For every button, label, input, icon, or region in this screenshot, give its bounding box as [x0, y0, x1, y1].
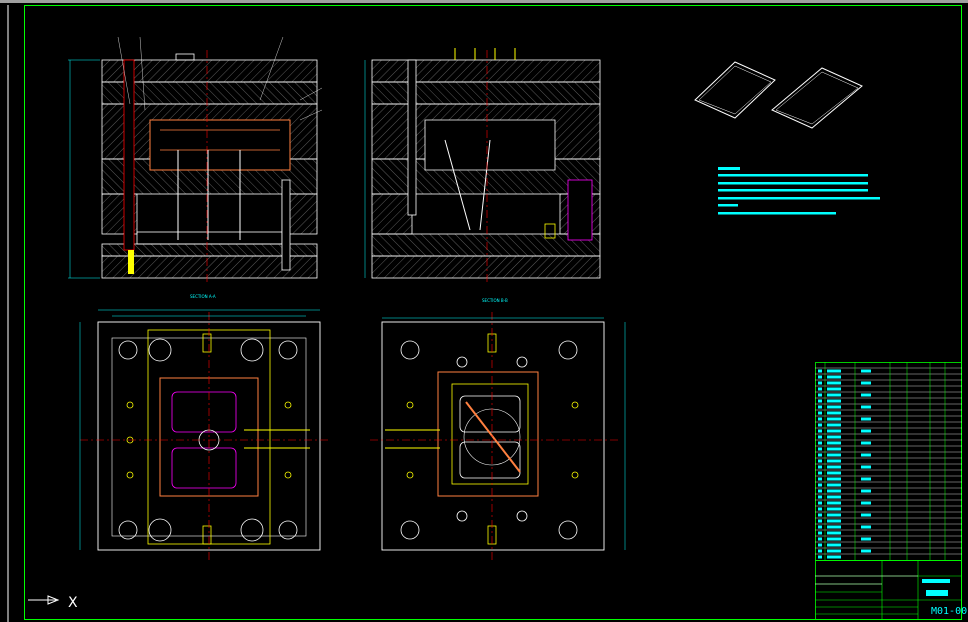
cad-drawing-canvas[interactable]: SECTION A-A SECTION B-B M01-00 X	[0, 0, 968, 622]
moving-half-plan-view[interactable]	[79, 309, 330, 560]
section-b-b-label: SECTION B-B	[482, 298, 508, 303]
fixed-half-plan-view[interactable]	[370, 312, 626, 560]
section-a-a-label: SECTION A-A	[190, 294, 216, 299]
ucs-x-label: X	[68, 595, 78, 611]
technical-notes	[718, 167, 880, 215]
ucs-arrow-icon	[28, 595, 60, 605]
section-a-a-view[interactable]	[68, 36, 323, 282]
section-b-b-view[interactable]	[364, 48, 601, 282]
bill-of-materials-table	[815, 362, 962, 561]
part-isometric-views	[694, 61, 863, 129]
drawing-number: M01-00	[931, 606, 967, 617]
